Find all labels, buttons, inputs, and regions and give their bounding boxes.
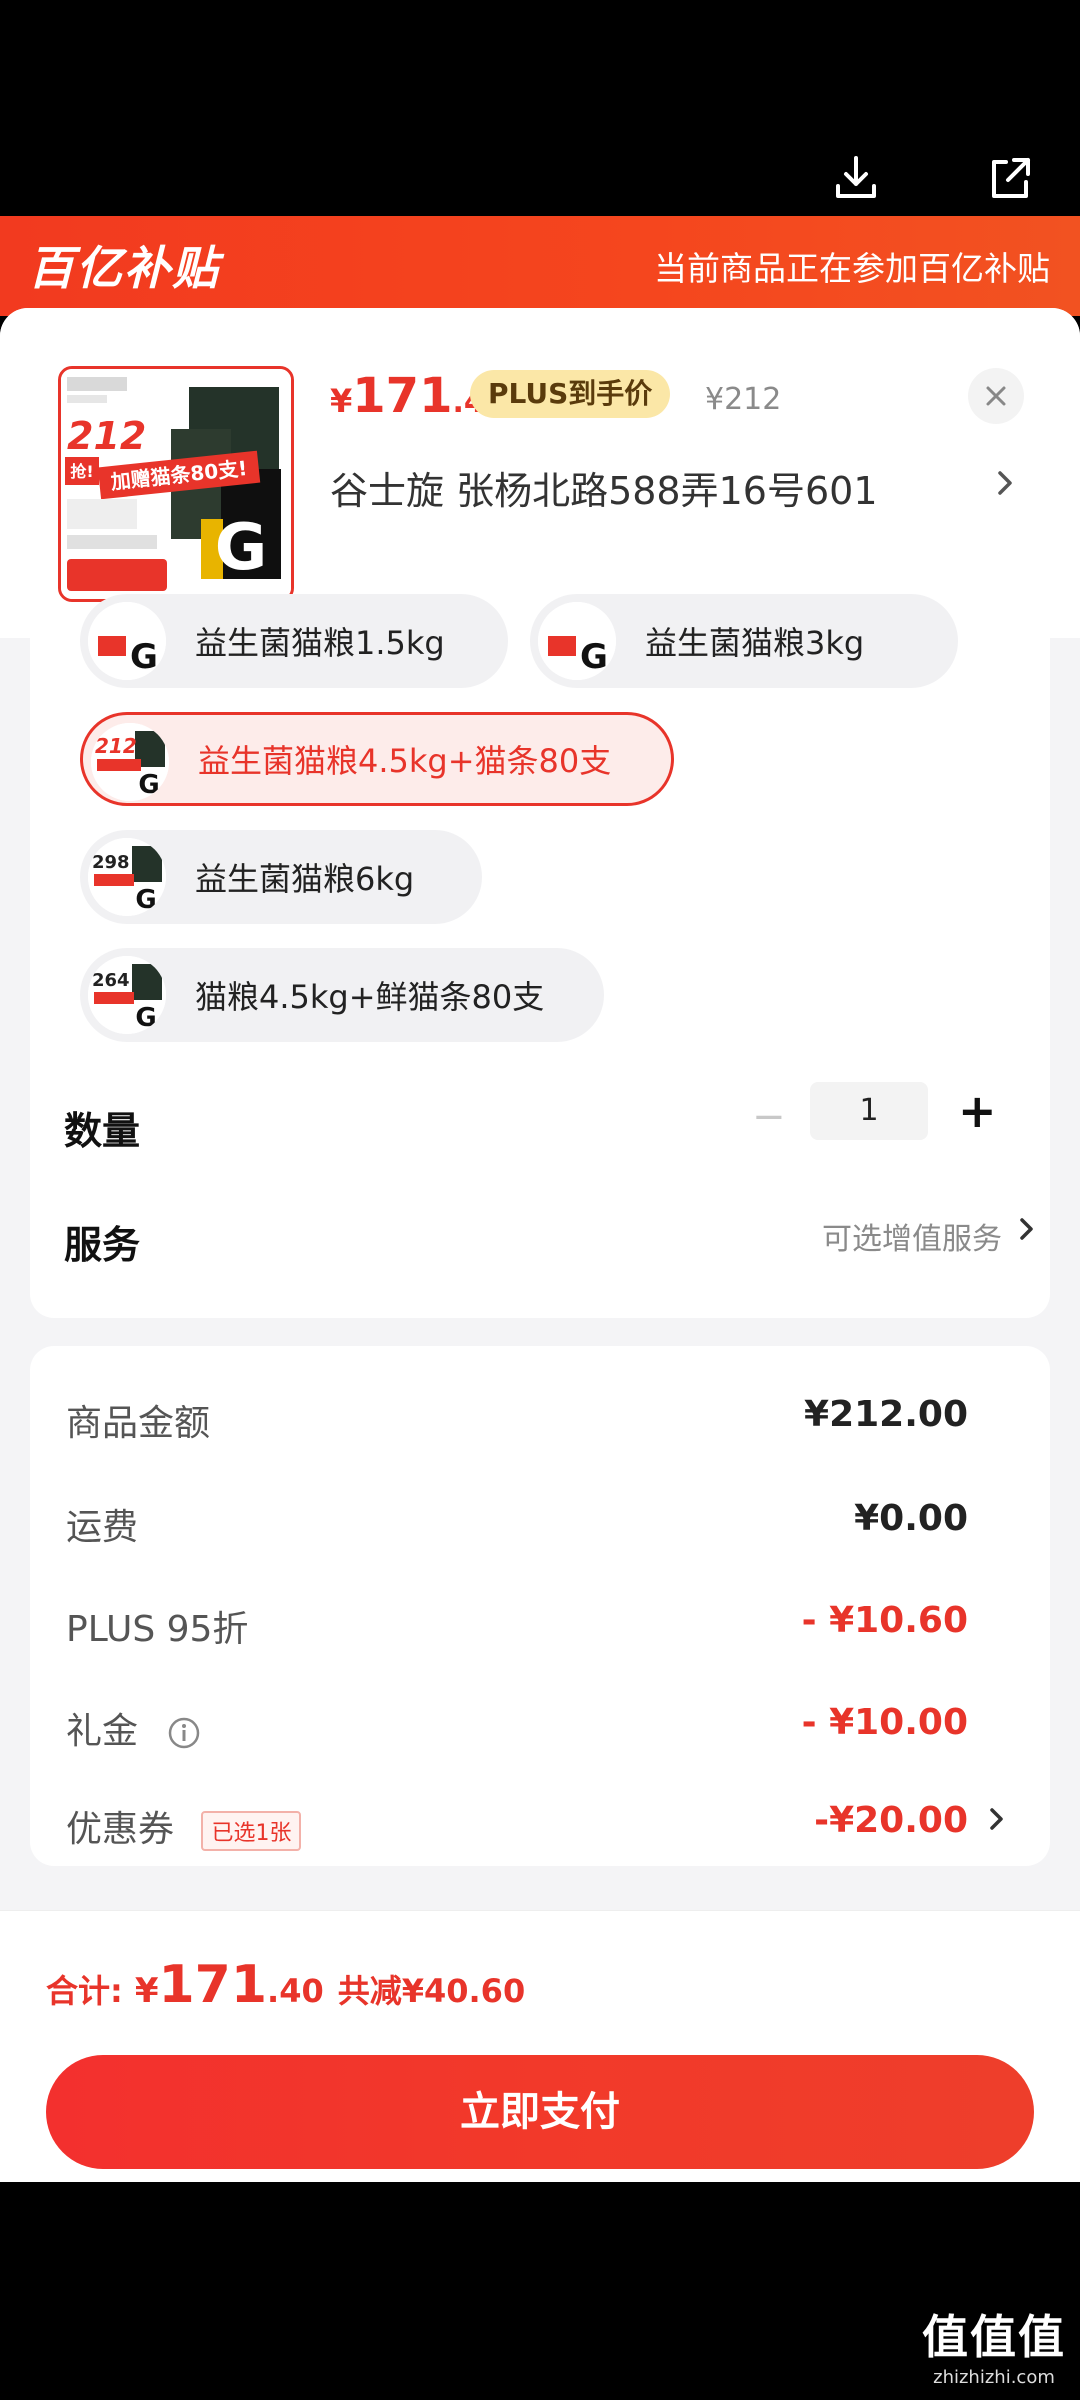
- current-price: ¥171.4: [330, 368, 485, 424]
- option-chip-selected[interactable]: 212 G 益生菌猫粮4.5kg+猫条80支: [80, 712, 674, 806]
- original-price: ¥212: [705, 382, 782, 417]
- gift-money-value: - ¥10.00: [801, 1702, 968, 1743]
- option-thumbnail: 212 G: [91, 723, 169, 801]
- option-thumbnail: G: [88, 602, 166, 680]
- share-icon[interactable]: [980, 148, 1040, 208]
- quantity-decrease-button[interactable]: −: [752, 1094, 786, 1140]
- gift-money-row: 礼金: [66, 1702, 201, 1754]
- checkout-sheet: G 212 抢! 加赠猫条80支! ¥171.4 PLUS到手价 ¥212 谷士…: [0, 308, 1080, 1910]
- option-label: 猫粮4.5kg+鲜猫条80支: [195, 978, 545, 1016]
- product-thumbnail[interactable]: G 212 抢! 加赠猫条80支!: [58, 366, 294, 602]
- pay-now-button[interactable]: 立即支付: [46, 2055, 1034, 2169]
- coupon-label: 优惠券: [66, 1809, 175, 1850]
- product-header: G 212 抢! 加赠猫条80支! ¥171.4 PLUS到手价 ¥212 谷士…: [0, 308, 1080, 638]
- option-label: 益生菌猫粮4.5kg+猫条80支: [198, 742, 612, 780]
- bottom-black-area: 值值值 zhizhizhi.com: [0, 2182, 1080, 2400]
- option-chip[interactable]: G 益生菌猫粮3kg: [530, 594, 958, 688]
- service-label: 服务: [64, 1223, 141, 1267]
- top-toolbar: [0, 148, 1080, 218]
- option-thumb-price: 212: [95, 734, 137, 758]
- download-icon[interactable]: [826, 148, 886, 208]
- option-thumbnail: G: [538, 602, 616, 680]
- close-icon: [986, 386, 1006, 406]
- option-label: 益生菌猫粮6kg: [195, 860, 415, 898]
- goods-amount-value: ¥212.00: [804, 1394, 968, 1435]
- order-total: 合计: ¥171.40 共减¥40.60: [46, 1955, 526, 2015]
- delivery-address[interactable]: 谷士旋 张杨北路588弄16号601: [330, 460, 878, 515]
- svg-text:G: G: [215, 511, 268, 585]
- plus-discount-label: PLUS 95折: [66, 1609, 249, 1650]
- plus-price-badge: PLUS到手价: [470, 370, 671, 418]
- quantity-input[interactable]: 1: [810, 1082, 928, 1140]
- chevron-right-icon[interactable]: [1018, 1214, 1036, 1248]
- goods-amount-label: 商品金额: [66, 1403, 211, 1444]
- gift-money-label: 礼金: [66, 1711, 139, 1752]
- option-thumbnail: 264 G: [88, 956, 166, 1034]
- quantity-increase-button[interactable]: +: [958, 1084, 997, 1138]
- coupon-row[interactable]: 优惠券 已选1张: [66, 1800, 302, 1852]
- shipping-value: ¥0.00: [854, 1498, 968, 1539]
- subsidy-notice: 当前商品正在参加百亿补贴: [654, 249, 1050, 288]
- service-value[interactable]: 可选增值服务: [822, 1214, 1002, 1258]
- chevron-right-icon[interactable]: [988, 1804, 1006, 1838]
- site-watermark: 值值值 zhizhizhi.com: [922, 2310, 1066, 2388]
- option-chip[interactable]: G 益生菌猫粮1.5kg: [80, 594, 508, 688]
- chevron-right-icon[interactable]: [995, 468, 1015, 502]
- option-label: 益生菌猫粮1.5kg: [195, 624, 445, 662]
- app-root: 百亿补贴 当前商品正在参加百亿补贴 G 212 抢! 加赠猫条80支! ¥171…: [0, 0, 1080, 2400]
- svg-text:G: G: [138, 770, 159, 800]
- plus-discount-value: - ¥10.60: [801, 1600, 968, 1641]
- total-label: 合计:: [46, 1972, 123, 2010]
- option-thumb-price: 298: [92, 852, 130, 873]
- thumb-price-text: 212: [67, 414, 146, 458]
- svg-text:G: G: [580, 637, 608, 677]
- checkout-bar: 合计: ¥171.40 共减¥40.60 立即支付: [0, 1910, 1080, 2182]
- svg-text:G: G: [130, 637, 158, 677]
- option-chip[interactable]: 264 G 猫粮4.5kg+鲜猫条80支: [80, 948, 604, 1042]
- subsidy-logo: 百亿补贴: [28, 241, 220, 295]
- shipping-label: 运费: [66, 1507, 139, 1548]
- option-chip[interactable]: 298 G 益生菌猫粮6kg: [80, 830, 482, 924]
- subsidy-banner: 百亿补贴 当前商品正在参加百亿补贴: [0, 216, 1080, 316]
- coupon-selected-tag: 已选1张: [201, 1811, 302, 1851]
- coupon-value[interactable]: -¥20.00: [814, 1800, 968, 1841]
- option-thumb-price: 264: [92, 970, 130, 991]
- svg-text:G: G: [135, 885, 156, 915]
- svg-text:G: G: [135, 1003, 156, 1033]
- price-summary: 商品金额 ¥212.00 运费 ¥0.00 PLUS 95折 - ¥10.60 …: [30, 1346, 1050, 1866]
- option-thumbnail: 298 G: [88, 838, 166, 916]
- info-icon[interactable]: [167, 1716, 201, 1750]
- quantity-label: 数量: [64, 1109, 141, 1153]
- total-saved: 共减¥40.60: [337, 1972, 526, 2010]
- close-button[interactable]: [968, 368, 1024, 424]
- option-label: 益生菌猫粮3kg: [645, 624, 865, 662]
- thumb-grab-text: 抢!: [70, 462, 93, 481]
